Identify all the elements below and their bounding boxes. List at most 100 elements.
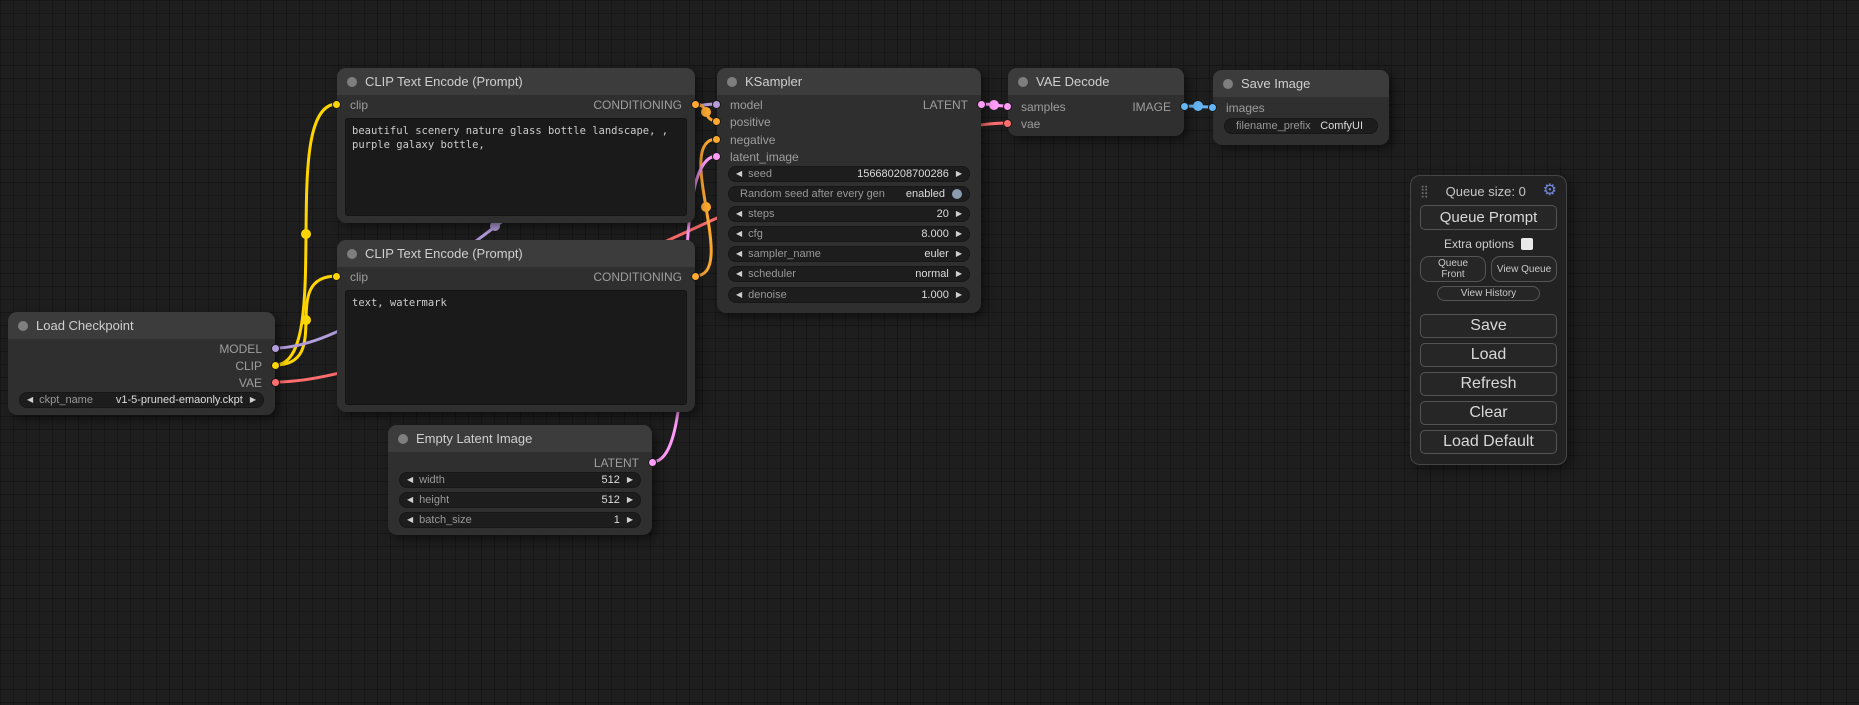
seed-widget[interactable]: ◀ seed 156680208700286 ▶ xyxy=(728,166,970,182)
node-title-bar[interactable]: CLIP Text Encode (Prompt) xyxy=(337,68,695,95)
node-title-bar[interactable]: KSampler xyxy=(717,68,981,95)
node-load-checkpoint[interactable]: Load Checkpoint MODEL CLIP VAE ◀ ckpt_na… xyxy=(8,312,275,415)
increment-arrow-icon[interactable]: ▶ xyxy=(956,230,962,238)
output-slot-conditioning[interactable]: CONDITIONING xyxy=(593,96,695,113)
clip-slot-dot[interactable] xyxy=(332,100,341,109)
decrement-arrow-icon[interactable]: ◀ xyxy=(736,270,742,278)
height-widget[interactable]: ◀ height 512 ▶ xyxy=(399,492,641,508)
latent-slot-dot[interactable] xyxy=(977,100,986,109)
collapse-dot-icon[interactable] xyxy=(18,321,28,331)
increment-arrow-icon[interactable]: ▶ xyxy=(627,496,633,504)
output-slot-clip[interactable]: CLIP xyxy=(235,357,275,374)
collapse-dot-icon[interactable] xyxy=(347,77,357,87)
clip-slot-dot[interactable] xyxy=(271,361,280,370)
increment-arrow-icon[interactable]: ▶ xyxy=(250,396,256,404)
decrement-arrow-icon[interactable]: ◀ xyxy=(407,476,413,484)
node-clip-text-encode-negative[interactable]: CLIP Text Encode (Prompt) clip CONDITION… xyxy=(337,240,695,412)
output-slot-image[interactable]: IMAGE xyxy=(1132,98,1184,115)
random-seed-toggle[interactable]: Random seed after every gen enabled xyxy=(728,186,970,202)
toggle-dot-icon[interactable] xyxy=(952,189,962,199)
conditioning-slot-dot[interactable] xyxy=(691,100,700,109)
decrement-arrow-icon[interactable]: ◀ xyxy=(736,291,742,299)
view-history-button[interactable]: View History xyxy=(1437,286,1540,301)
input-slot-clip[interactable]: clip xyxy=(337,268,368,285)
decrement-arrow-icon[interactable]: ◀ xyxy=(736,250,742,258)
drag-handle-icon[interactable]: ⣿ xyxy=(1420,184,1429,198)
output-slot-conditioning[interactable]: CONDITIONING xyxy=(593,268,695,285)
decrement-arrow-icon[interactable]: ◀ xyxy=(27,396,33,404)
node-save-image[interactable]: Save Image images filename_prefix ComfyU… xyxy=(1213,70,1389,145)
decrement-arrow-icon[interactable]: ◀ xyxy=(736,230,742,238)
conditioning-slot-dot[interactable] xyxy=(691,272,700,281)
load-default-button[interactable]: Load Default xyxy=(1420,430,1557,454)
latent-slot-dot[interactable] xyxy=(648,458,657,467)
input-slot-negative[interactable]: negative xyxy=(717,131,775,148)
decrement-arrow-icon[interactable]: ◀ xyxy=(736,170,742,178)
conditioning-slot-dot[interactable] xyxy=(712,135,721,144)
queue-prompt-button[interactable]: Queue Prompt xyxy=(1420,205,1557,230)
input-slot-model[interactable]: model xyxy=(717,96,763,113)
increment-arrow-icon[interactable]: ▶ xyxy=(627,476,633,484)
increment-arrow-icon[interactable]: ▶ xyxy=(956,250,962,258)
input-slot-positive[interactable]: positive xyxy=(717,113,771,130)
denoise-widget[interactable]: ◀ denoise 1.000 ▶ xyxy=(728,287,970,303)
output-slot-latent[interactable]: LATENT xyxy=(594,454,652,471)
latent-slot-dot[interactable] xyxy=(1003,102,1012,111)
load-button[interactable]: Load xyxy=(1420,343,1557,367)
filename-prefix-widget[interactable]: filename_prefix ComfyUI xyxy=(1224,118,1378,134)
image-slot-dot[interactable] xyxy=(1180,102,1189,111)
node-clip-text-encode-positive[interactable]: CLIP Text Encode (Prompt) clip CONDITION… xyxy=(337,68,695,223)
negative-prompt-textarea[interactable]: text, watermark xyxy=(345,290,687,405)
node-ksampler[interactable]: KSampler model positive negative latent_… xyxy=(717,68,981,313)
collapse-dot-icon[interactable] xyxy=(347,249,357,259)
increment-arrow-icon[interactable]: ▶ xyxy=(956,291,962,299)
latent-slot-dot[interactable] xyxy=(712,152,721,161)
node-title-bar[interactable]: CLIP Text Encode (Prompt) xyxy=(337,240,695,267)
node-title-bar[interactable]: Empty Latent Image xyxy=(388,425,652,452)
output-slot-vae[interactable]: VAE xyxy=(239,374,275,391)
conditioning-slot-dot[interactable] xyxy=(712,117,721,126)
decrement-arrow-icon[interactable]: ◀ xyxy=(407,496,413,504)
vae-slot-dot[interactable] xyxy=(271,378,280,387)
input-slot-clip[interactable]: clip xyxy=(337,96,368,113)
ckpt-name-widget[interactable]: ◀ ckpt_name v1-5-pruned-emaonly.ckpt ▶ xyxy=(19,392,264,408)
collapse-dot-icon[interactable] xyxy=(727,77,737,87)
node-vae-decode[interactable]: VAE Decode samples vae IMAGE xyxy=(1008,68,1184,136)
sampler-name-widget[interactable]: ◀ sampler_name euler ▶ xyxy=(728,246,970,262)
node-empty-latent-image[interactable]: Empty Latent Image LATENT ◀ width 512 ▶ … xyxy=(388,425,652,535)
collapse-dot-icon[interactable] xyxy=(1018,77,1028,87)
increment-arrow-icon[interactable]: ▶ xyxy=(627,516,633,524)
settings-gear-icon[interactable]: ⚙ xyxy=(1543,183,1557,199)
collapse-dot-icon[interactable] xyxy=(398,434,408,444)
decrement-arrow-icon[interactable]: ◀ xyxy=(407,516,413,524)
clear-button[interactable]: Clear xyxy=(1420,401,1557,425)
image-slot-dot[interactable] xyxy=(1208,103,1217,112)
steps-widget[interactable]: ◀ steps 20 ▶ xyxy=(728,206,970,222)
increment-arrow-icon[interactable]: ▶ xyxy=(956,210,962,218)
output-slot-model[interactable]: MODEL xyxy=(219,340,275,357)
increment-arrow-icon[interactable]: ▶ xyxy=(956,270,962,278)
input-slot-vae[interactable]: vae xyxy=(1008,115,1040,132)
input-slot-images[interactable]: images xyxy=(1213,99,1265,116)
graph-canvas[interactable]: Load Checkpoint MODEL CLIP VAE ◀ ckpt_na… xyxy=(0,0,1859,705)
node-title-bar[interactable]: Load Checkpoint xyxy=(8,312,275,339)
width-widget[interactable]: ◀ width 512 ▶ xyxy=(399,472,641,488)
save-button[interactable]: Save xyxy=(1420,314,1557,338)
collapse-dot-icon[interactable] xyxy=(1223,79,1233,89)
input-slot-samples[interactable]: samples xyxy=(1008,98,1066,115)
positive-prompt-textarea[interactable]: beautiful scenery nature glass bottle la… xyxy=(345,118,687,216)
queue-front-button[interactable]: Queue Front xyxy=(1420,256,1486,282)
model-slot-dot[interactable] xyxy=(712,100,721,109)
node-title-bar[interactable]: Save Image xyxy=(1213,70,1389,97)
scheduler-widget[interactable]: ◀ scheduler normal ▶ xyxy=(728,266,970,282)
refresh-button[interactable]: Refresh xyxy=(1420,372,1557,396)
model-slot-dot[interactable] xyxy=(271,344,280,353)
clip-slot-dot[interactable] xyxy=(332,272,341,281)
decrement-arrow-icon[interactable]: ◀ xyxy=(736,210,742,218)
cfg-widget[interactable]: ◀ cfg 8.000 ▶ xyxy=(728,226,970,242)
increment-arrow-icon[interactable]: ▶ xyxy=(956,170,962,178)
batch-size-widget[interactable]: ◀ batch_size 1 ▶ xyxy=(399,512,641,528)
node-title-bar[interactable]: VAE Decode xyxy=(1008,68,1184,95)
output-slot-latent[interactable]: LATENT xyxy=(923,96,981,113)
input-slot-latent-image[interactable]: latent_image xyxy=(717,148,799,165)
